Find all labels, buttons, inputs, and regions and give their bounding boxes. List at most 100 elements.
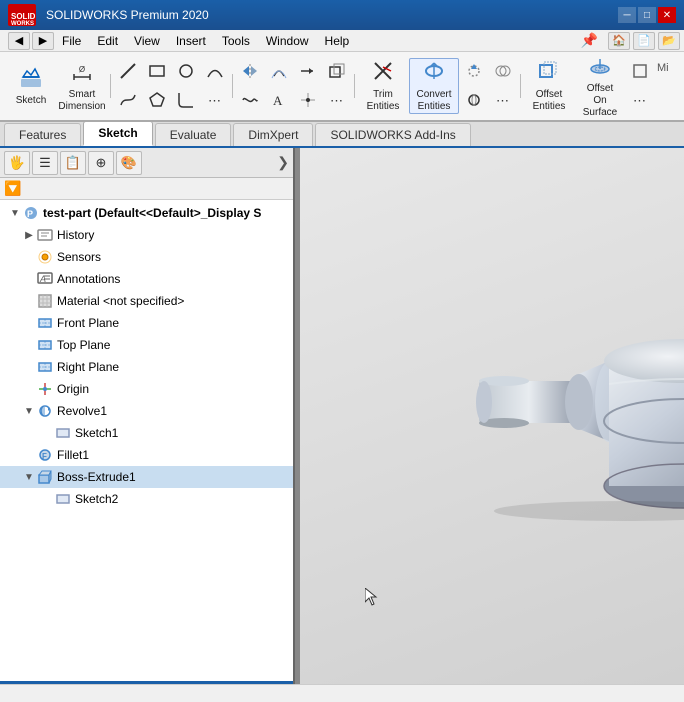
tree-history[interactable]: ▶ History: [0, 224, 293, 246]
new-button[interactable]: 📄: [633, 32, 655, 50]
title-bar: SOLID WORKS SOLIDWORKS Premium 2020 ─ □ …: [0, 0, 684, 30]
rectangle-tool[interactable]: [143, 58, 171, 84]
top-plane-expand: [22, 338, 36, 352]
sketch-label: Sketch: [16, 95, 47, 107]
tab-dimxpert[interactable]: DimXpert: [233, 123, 313, 146]
revolve1-label: Revolve1: [57, 404, 107, 418]
tab-addins[interactable]: SOLIDWORKS Add-Ins: [315, 123, 470, 146]
more-offset[interactable]: ⋯: [626, 87, 654, 113]
panel-cursor-btn[interactable]: 🖐: [4, 151, 30, 175]
extra-tools: ⋯: [626, 58, 654, 115]
offset-surface-icon: [588, 53, 612, 81]
maximize-button[interactable]: □: [638, 7, 656, 23]
right-plane-icon: [36, 358, 54, 376]
arc-tool[interactable]: [201, 58, 229, 84]
tree-material[interactable]: Material <not specified>: [0, 290, 293, 312]
copy-tool[interactable]: [323, 58, 351, 84]
tab-evaluate[interactable]: Evaluate: [155, 123, 232, 146]
menu-tools[interactable]: Tools: [214, 32, 258, 50]
view-area[interactable]: [300, 148, 684, 684]
origin-icon: [36, 380, 54, 398]
home-button[interactable]: 🏠: [608, 32, 630, 50]
pin-icon[interactable]: 📌: [575, 32, 604, 49]
svg-text:F: F: [42, 452, 47, 461]
tree-sketch1[interactable]: Sketch1: [0, 422, 293, 444]
sensors-icon: [36, 248, 54, 266]
mirror-tool[interactable]: [236, 58, 264, 84]
tree-boss-extrude1[interactable]: ▼ Boss-Extrude1: [0, 466, 293, 488]
point-tool[interactable]: [294, 87, 322, 113]
sketch1-expand: [40, 426, 54, 440]
svg-text:Ø: Ø: [79, 65, 85, 74]
menu-insert[interactable]: Insert: [168, 32, 214, 50]
offset-entities-label: OffsetEntities: [533, 89, 566, 113]
material-label: Material <not specified>: [57, 294, 184, 308]
material-icon: [36, 292, 54, 310]
polygon-tool[interactable]: [143, 87, 171, 113]
tree-fillet1[interactable]: F Fillet1: [0, 444, 293, 466]
tree-sensors[interactable]: Sensors: [0, 246, 293, 268]
sketch-icon: [19, 65, 43, 93]
tab-features[interactable]: Features: [4, 123, 81, 146]
circle-tool[interactable]: [172, 58, 200, 84]
more-modify[interactable]: ⋯: [323, 87, 351, 113]
revolve1-icon: [36, 402, 54, 420]
tree-root[interactable]: ▼ P test-part (Default<<Default>_Display…: [0, 202, 293, 224]
tab-sketch[interactable]: Sketch: [83, 121, 152, 146]
ext-edge-tool[interactable]: [460, 58, 488, 84]
app-logo: SOLID WORKS SOLIDWORKS Premium 2020: [8, 4, 209, 26]
spline-tool[interactable]: [114, 87, 142, 113]
silhouette-tool[interactable]: [460, 87, 488, 113]
menu-window[interactable]: Window: [258, 32, 317, 50]
forward-button[interactable]: ▶: [32, 32, 54, 50]
panel-list-btn[interactable]: ☰: [32, 151, 58, 175]
panel-display-btn[interactable]: 🎨: [116, 151, 142, 175]
folder-button[interactable]: 📂: [658, 32, 680, 50]
nav-icons: ◀ ▶: [8, 32, 54, 50]
menu-file[interactable]: File: [54, 32, 89, 50]
fillet1-icon: F: [36, 446, 54, 464]
offset-surface-button[interactable]: Offset OnSurface: [575, 58, 625, 114]
panel-properties-btn[interactable]: 📋: [60, 151, 86, 175]
trim-icon: [371, 59, 395, 87]
text-tool[interactable]: A: [265, 87, 293, 113]
sketch-button[interactable]: Sketch: [6, 58, 56, 114]
offset-entities-button[interactable]: OffsetEntities: [524, 58, 574, 114]
menu-bar: ◀ ▶ File Edit View Insert Tools Window H…: [0, 30, 684, 52]
more-tools[interactable]: ⋯: [201, 87, 229, 113]
tree-sketch2[interactable]: Sketch2: [0, 488, 293, 510]
menu-view[interactable]: View: [126, 32, 168, 50]
intersect-tool[interactable]: [489, 58, 517, 84]
close-button[interactable]: ✕: [658, 7, 676, 23]
trim-entities-button[interactable]: TrimEntities: [358, 58, 408, 114]
menu-edit[interactable]: Edit: [89, 32, 126, 50]
minimize-button[interactable]: ─: [618, 7, 636, 23]
extra-tool-1[interactable]: [626, 58, 654, 84]
back-button[interactable]: ◀: [8, 32, 30, 50]
tree-front-plane[interactable]: Front Plane: [0, 312, 293, 334]
svg-text:A: A: [273, 93, 283, 108]
tree-right-plane[interactable]: Right Plane: [0, 356, 293, 378]
divider-1: [110, 74, 111, 98]
front-plane-icon: [36, 314, 54, 332]
sketch2-expand: [40, 492, 54, 506]
revolve1-expand: ▼: [22, 404, 36, 418]
panel-expand-btn[interactable]: ❯: [277, 154, 289, 171]
history-icon: [36, 226, 54, 244]
smart-dimension-button[interactable]: Ø Smart Dimension: [57, 58, 107, 114]
extend-tool[interactable]: [294, 58, 322, 84]
convert-label: ConvertEntities: [416, 89, 451, 113]
tree-origin[interactable]: Origin: [0, 378, 293, 400]
sketch2-icon: [54, 490, 72, 508]
convert-entities-button[interactable]: ConvertEntities: [409, 58, 459, 114]
tree-annotations[interactable]: A Annotations: [0, 268, 293, 290]
panel-target-btn[interactable]: ⊕: [88, 151, 114, 175]
tree-top-plane[interactable]: Top Plane: [0, 334, 293, 356]
menu-help[interactable]: Help: [317, 32, 358, 50]
line-tool[interactable]: [114, 58, 142, 84]
more-convert[interactable]: ⋯: [489, 87, 517, 113]
offset-tool[interactable]: [265, 58, 293, 84]
fillet-tool[interactable]: [172, 87, 200, 113]
tree-revolve1[interactable]: ▼ Revolve1: [0, 400, 293, 422]
wave-tool[interactable]: [236, 87, 264, 113]
